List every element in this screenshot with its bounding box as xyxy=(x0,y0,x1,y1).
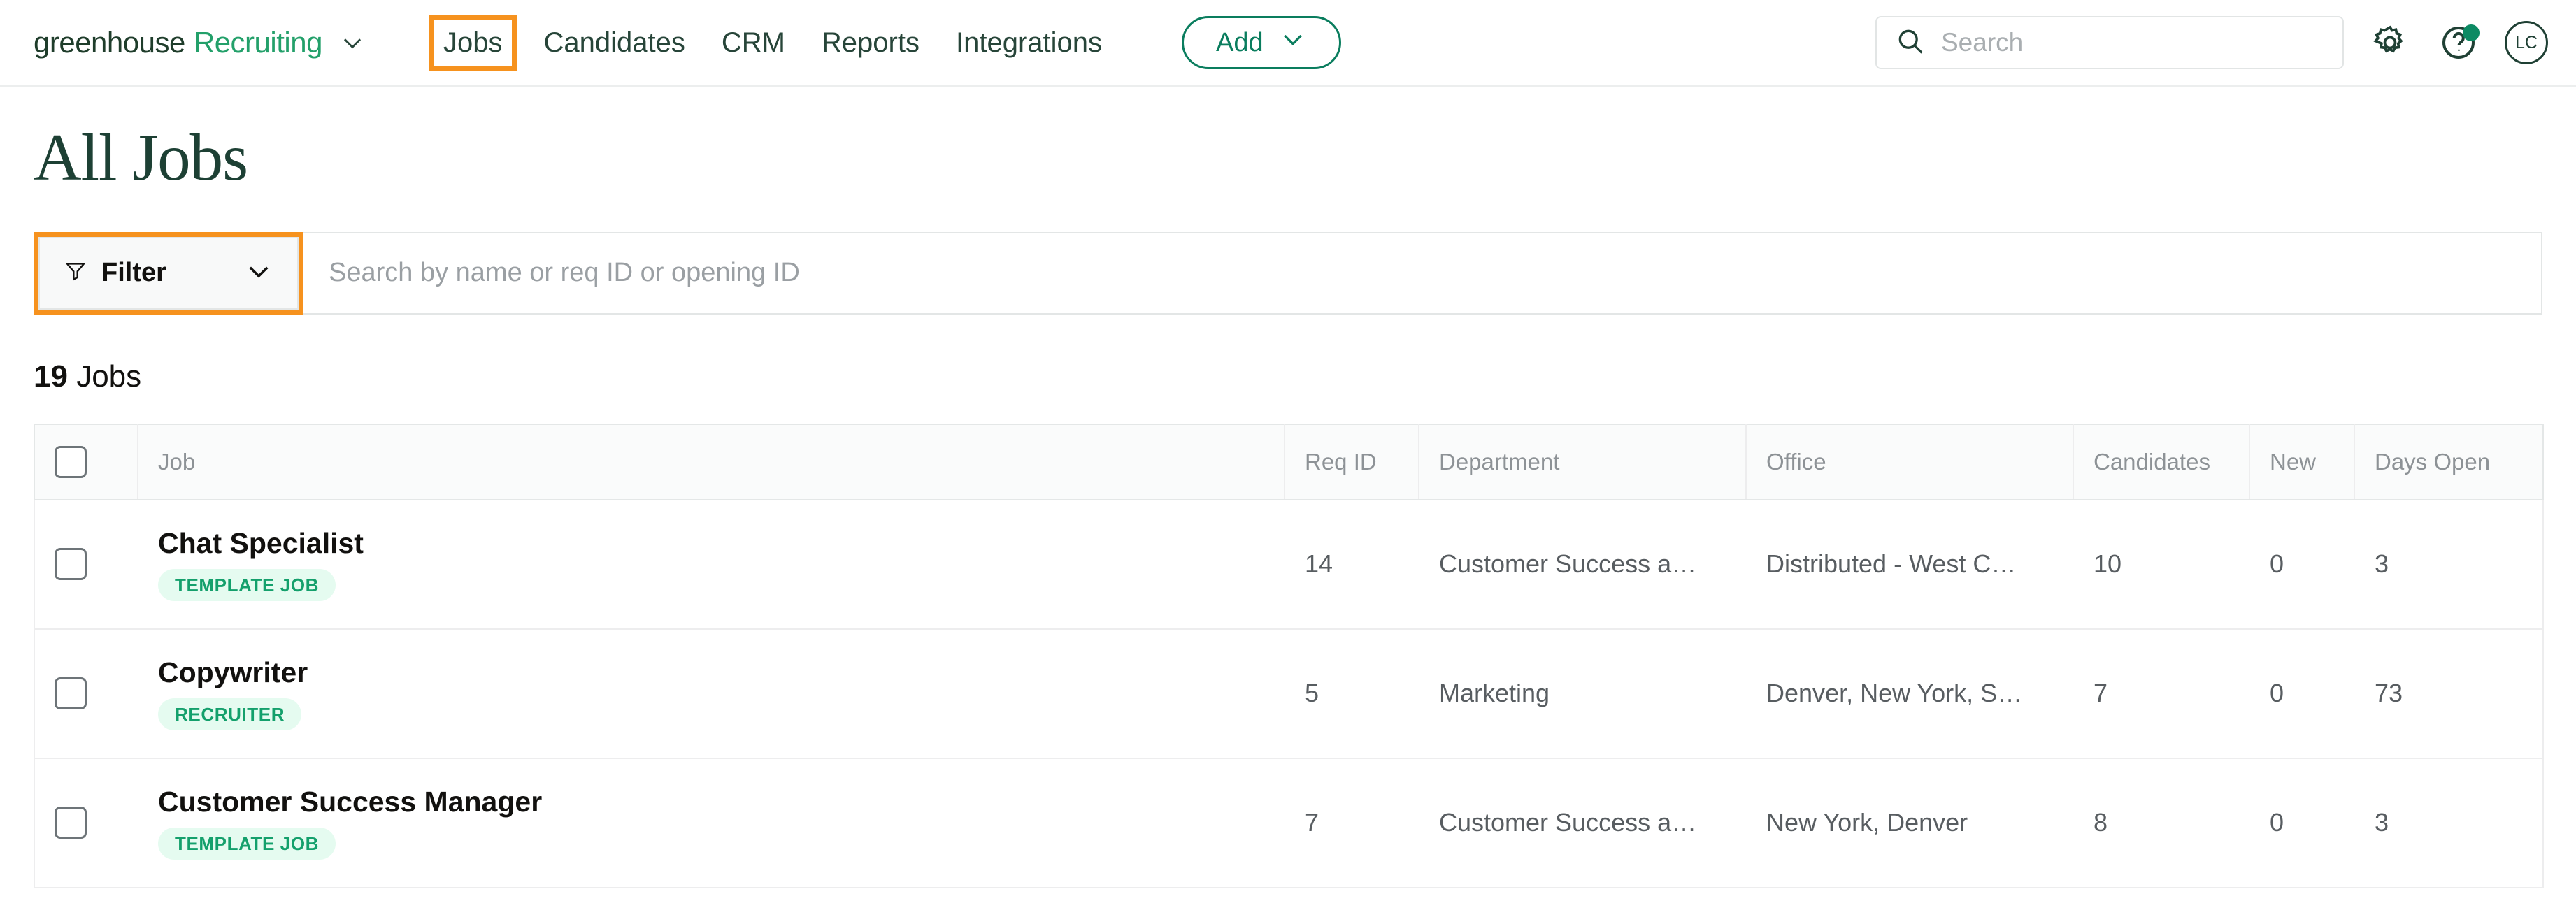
job-cell: Copywriter RECRUITER xyxy=(138,628,1285,759)
global-search-input[interactable]: Search xyxy=(1875,16,2344,69)
column-header-candidates[interactable]: Candidates xyxy=(2073,423,2250,500)
new-cell: 0 xyxy=(2249,758,2355,888)
gear-icon[interactable] xyxy=(2368,20,2412,65)
avatar[interactable]: LC xyxy=(2505,21,2548,64)
status-badge: RECRUITER xyxy=(158,698,302,730)
table-row[interactable]: Customer Success Manager TEMPLATE JOB 7 … xyxy=(34,758,2544,888)
nav-link-crm[interactable]: CRM xyxy=(703,23,803,62)
jobs-table: Job Req ID Department Office Candidates … xyxy=(34,423,2544,888)
table-header-row: Job Req ID Department Office Candidates … xyxy=(34,423,2544,500)
funnel-icon xyxy=(64,259,87,287)
department-cell: Customer Success a… xyxy=(1419,499,1747,630)
job-title-link[interactable]: Copywriter xyxy=(158,656,1264,688)
page-content: All Jobs Filter Search by name or req ID xyxy=(0,120,2576,888)
results-count-number: 19 xyxy=(34,359,68,393)
notification-dot xyxy=(2463,24,2480,41)
brand-name-primary: greenhouse xyxy=(34,26,185,59)
page-title: All Jobs xyxy=(34,120,248,194)
chevron-down-icon xyxy=(1279,25,1307,60)
column-header-department[interactable]: Department xyxy=(1419,423,1747,500)
department-cell: Marketing xyxy=(1419,628,1747,759)
department-cell: Customer Success a… xyxy=(1419,758,1747,888)
add-button[interactable]: Add xyxy=(1182,16,1341,69)
select-all-checkbox[interactable] xyxy=(55,445,87,478)
avatar-initials: LC xyxy=(2515,32,2538,52)
candidates-cell: 7 xyxy=(2073,628,2250,759)
brand-logo[interactable]: greenhouse Recruiting xyxy=(34,26,366,59)
candidates-cell: 8 xyxy=(2073,758,2250,888)
nav-link-candidates[interactable]: Candidates xyxy=(525,23,703,62)
job-search-placeholder: Search by name or req ID or opening ID xyxy=(329,258,800,288)
days-open-cell: 3 xyxy=(2354,499,2544,630)
req-id-cell: 5 xyxy=(1285,628,1419,759)
office-cell: Distributed - West C… xyxy=(1746,499,2074,630)
req-id-cell: 14 xyxy=(1285,499,1419,630)
nav-link-integrations[interactable]: Integrations xyxy=(938,23,1120,62)
global-search-placeholder: Search xyxy=(1941,28,2024,57)
filter-button[interactable]: Filter xyxy=(38,236,299,310)
status-badge: TEMPLATE JOB xyxy=(158,568,336,601)
results-count: 19 Jobs xyxy=(34,359,2542,394)
select-all-header xyxy=(34,423,138,500)
new-cell: 0 xyxy=(2249,499,2355,630)
search-icon xyxy=(1895,26,1926,60)
column-header-req-id[interactable]: Req ID xyxy=(1285,423,1419,500)
job-title-link[interactable]: Customer Success Manager xyxy=(158,786,1264,818)
column-header-job[interactable]: Job xyxy=(138,423,1285,500)
results-count-label: Jobs xyxy=(76,359,142,393)
office-cell: New York, Denver xyxy=(1746,758,2074,888)
column-header-office[interactable]: Office xyxy=(1746,423,2074,500)
req-id-cell: 7 xyxy=(1285,758,1419,888)
nav-right-cluster: Search LC xyxy=(1875,16,2548,69)
job-title-link[interactable]: Chat Specialist xyxy=(158,527,1264,559)
chevron-down-icon xyxy=(244,257,273,289)
row-select-cell xyxy=(34,628,138,759)
filter-button-label: Filter xyxy=(101,258,166,288)
job-search-input[interactable]: Search by name or req ID or opening ID xyxy=(303,231,2542,315)
brand-name-secondary: Recruiting xyxy=(193,26,323,59)
nav-link-reports[interactable]: Reports xyxy=(803,23,938,62)
help-circle-icon[interactable] xyxy=(2436,20,2481,65)
job-cell: Customer Success Manager TEMPLATE JOB xyxy=(138,758,1285,888)
table-row[interactable]: Chat Specialist TEMPLATE JOB 14 Customer… xyxy=(34,499,2544,630)
row-select-cell xyxy=(34,499,138,630)
primary-nav-links: Jobs Candidates CRM Reports Integrations xyxy=(428,15,1120,71)
status-badge: TEMPLATE JOB xyxy=(158,827,336,860)
nav-link-jobs[interactable]: Jobs xyxy=(428,15,517,71)
new-cell: 0 xyxy=(2249,628,2355,759)
filter-bar: Filter Search by name or req ID or openi… xyxy=(34,231,2542,315)
chevron-down-icon[interactable] xyxy=(339,29,366,56)
days-open-cell: 73 xyxy=(2354,628,2544,759)
office-cell: Denver, New York, S… xyxy=(1746,628,2074,759)
candidates-cell: 10 xyxy=(2073,499,2250,630)
job-cell: Chat Specialist TEMPLATE JOB xyxy=(138,499,1285,630)
row-select-cell xyxy=(34,758,138,888)
column-header-new[interactable]: New xyxy=(2249,423,2355,500)
days-open-cell: 3 xyxy=(2354,758,2544,888)
row-checkbox[interactable] xyxy=(55,677,87,710)
column-header-days-open[interactable]: Days Open xyxy=(2354,423,2544,500)
top-navigation-bar: greenhouse Recruiting Jobs Candidates CR… xyxy=(0,0,2576,87)
add-button-label: Add xyxy=(1216,27,1264,57)
row-checkbox[interactable] xyxy=(55,548,87,581)
row-checkbox[interactable] xyxy=(55,807,87,839)
filter-button-highlight: Filter xyxy=(34,231,303,315)
table-row[interactable]: Copywriter RECRUITER 5 Marketing Denver,… xyxy=(34,628,2544,759)
